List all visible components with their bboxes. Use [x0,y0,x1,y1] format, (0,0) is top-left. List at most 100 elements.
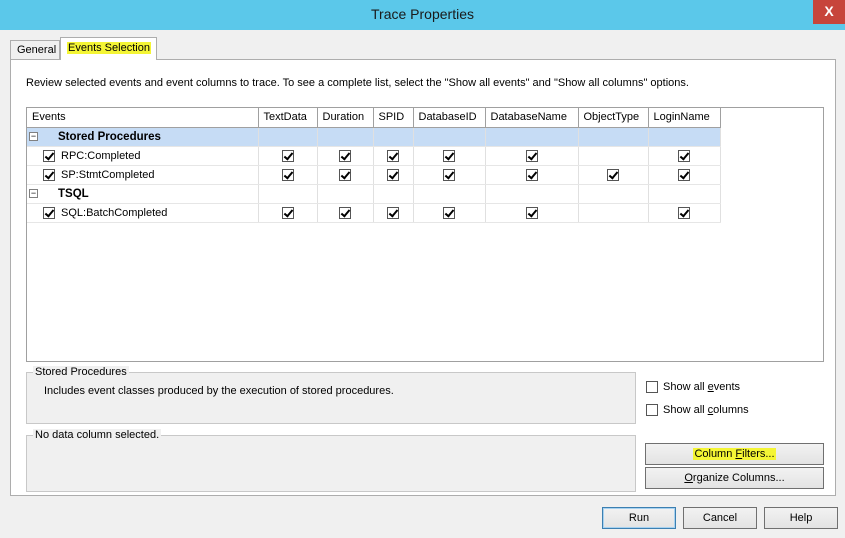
column-description-title: No data column selected. [33,429,162,441]
grid-header-row: Events TextData Duration SPID DatabaseID Data… [27,108,721,128]
event-name-cell: SP:StmtCompleted [27,165,259,185]
column-checkbox[interactable] [678,168,690,181]
instructions-text: Review selected events and event columns… [26,77,689,89]
column-cell-databaseid[interactable] [413,203,486,223]
event-category-cell: − TSQL [27,184,259,204]
show-all-columns-checkbox[interactable] [646,404,658,417]
column-checkbox[interactable] [678,149,690,162]
column-description-box: No data column selected. [26,429,636,492]
column-checkbox[interactable] [281,149,294,162]
column-cell-duration[interactable] [317,203,374,223]
event-name: SQL:BatchCompleted [61,206,168,219]
column-header-loginname[interactable]: LoginName [648,108,721,128]
collapse-icon[interactable]: − [29,189,38,199]
event-row[interactable]: RPC:Completed [27,146,721,166]
empty-cell [485,127,579,147]
column-cell-duration[interactable] [317,146,374,166]
column-checkbox[interactable] [678,206,690,219]
show-all-events-option[interactable]: Show all events [646,381,741,394]
event-description-text: Includes event classes produced by the e… [44,385,394,397]
column-header-objecttype[interactable]: ObjectType [578,108,649,128]
column-cell-objecttype[interactable] [578,165,649,185]
column-cell-duration[interactable] [317,165,374,185]
show-all-events-label: Show all events [663,381,741,393]
event-checkbox[interactable] [43,168,55,181]
column-cell-textdata[interactable] [258,203,318,223]
event-row[interactable]: SP:StmtCompleted [27,165,721,185]
column-cell-spid[interactable] [373,146,414,166]
column-header-textdata[interactable]: TextData [258,108,318,128]
column-filters-button[interactable]: Column Filters... [645,443,824,465]
column-checkbox[interactable] [443,149,455,162]
collapse-icon[interactable]: − [29,132,38,142]
event-category-row[interactable]: − Stored Procedures [27,127,721,147]
event-name-cell: RPC:Completed [27,146,259,166]
empty-cell [258,184,318,204]
column-cell-spid[interactable] [373,165,414,185]
column-cell-databasename[interactable] [485,165,579,185]
show-all-columns-option[interactable]: Show all columns [646,404,749,417]
column-checkbox[interactable] [607,168,619,181]
cancel-button[interactable]: Cancel [683,507,757,529]
tab-events-selection[interactable]: Events Selection [60,37,157,60]
column-cell-databaseid[interactable] [413,165,486,185]
run-button[interactable]: Run [602,507,676,529]
empty-cell [373,127,414,147]
empty-cell [413,127,486,147]
column-checkbox[interactable] [443,206,455,219]
column-checkbox[interactable] [387,149,399,162]
column-cell-loginname[interactable] [648,203,721,223]
column-header-duration[interactable]: Duration [317,108,374,128]
column-cell-loginname[interactable] [648,146,721,166]
show-all-events-checkbox[interactable] [646,381,658,394]
column-cell-objecttype [578,146,649,166]
column-header-events[interactable]: Events [27,108,259,128]
tab-general[interactable]: General [10,40,60,59]
column-header-databaseid[interactable]: DatabaseID [413,108,486,128]
events-selection-panel: Review selected events and event columns… [10,59,836,496]
column-cell-textdata[interactable] [258,165,318,185]
help-button[interactable]: Help [764,507,838,529]
tab-general-label: General [17,44,57,56]
empty-cell [648,127,721,147]
event-name-cell: SQL:BatchCompleted [27,203,259,223]
event-category-row[interactable]: − TSQL [27,184,721,204]
organize-columns-button[interactable]: Organize Columns... [645,467,824,489]
column-checkbox[interactable] [339,149,351,162]
event-row[interactable]: SQL:BatchCompleted [27,203,721,223]
column-cell-databasename[interactable] [485,146,579,166]
column-checkbox[interactable] [339,206,351,219]
empty-cell [578,127,649,147]
event-name: SP:StmtCompleted [61,168,155,181]
column-header-databasename[interactable]: DatabaseName [485,108,579,128]
column-checkbox[interactable] [525,206,538,219]
column-checkbox[interactable] [281,206,294,219]
column-filters-label: Column Filters... [693,448,776,460]
tab-events-selection-label: Events Selection [67,42,151,54]
column-checkbox[interactable] [339,168,351,181]
column-cell-databasename[interactable] [485,203,579,223]
column-cell-loginname[interactable] [648,165,721,185]
column-checkbox[interactable] [525,168,538,181]
empty-cell [413,184,486,204]
column-checkbox[interactable] [387,168,399,181]
column-checkbox[interactable] [281,168,294,181]
empty-cell [373,184,414,204]
event-description-box: Stored Procedures Includes event classes… [26,366,636,424]
event-name: RPC:Completed [61,149,141,162]
event-checkbox[interactable] [43,206,55,219]
column-cell-spid[interactable] [373,203,414,223]
column-checkbox[interactable] [525,149,538,162]
organize-columns-label: Organize Columns... [684,472,785,484]
empty-cell [258,127,318,147]
column-header-spid[interactable]: SPID [373,108,414,128]
event-checkbox[interactable] [43,149,55,162]
column-checkbox[interactable] [443,168,455,181]
column-cell-databaseid[interactable] [413,146,486,166]
event-category-label: TSQL [58,187,89,200]
column-checkbox[interactable] [387,206,399,219]
column-cell-textdata[interactable] [258,146,318,166]
title-bar: Trace Properties X [0,0,845,30]
close-button[interactable]: X [813,0,845,24]
events-grid[interactable]: Events TextData Duration SPID DatabaseID Data… [26,107,824,362]
